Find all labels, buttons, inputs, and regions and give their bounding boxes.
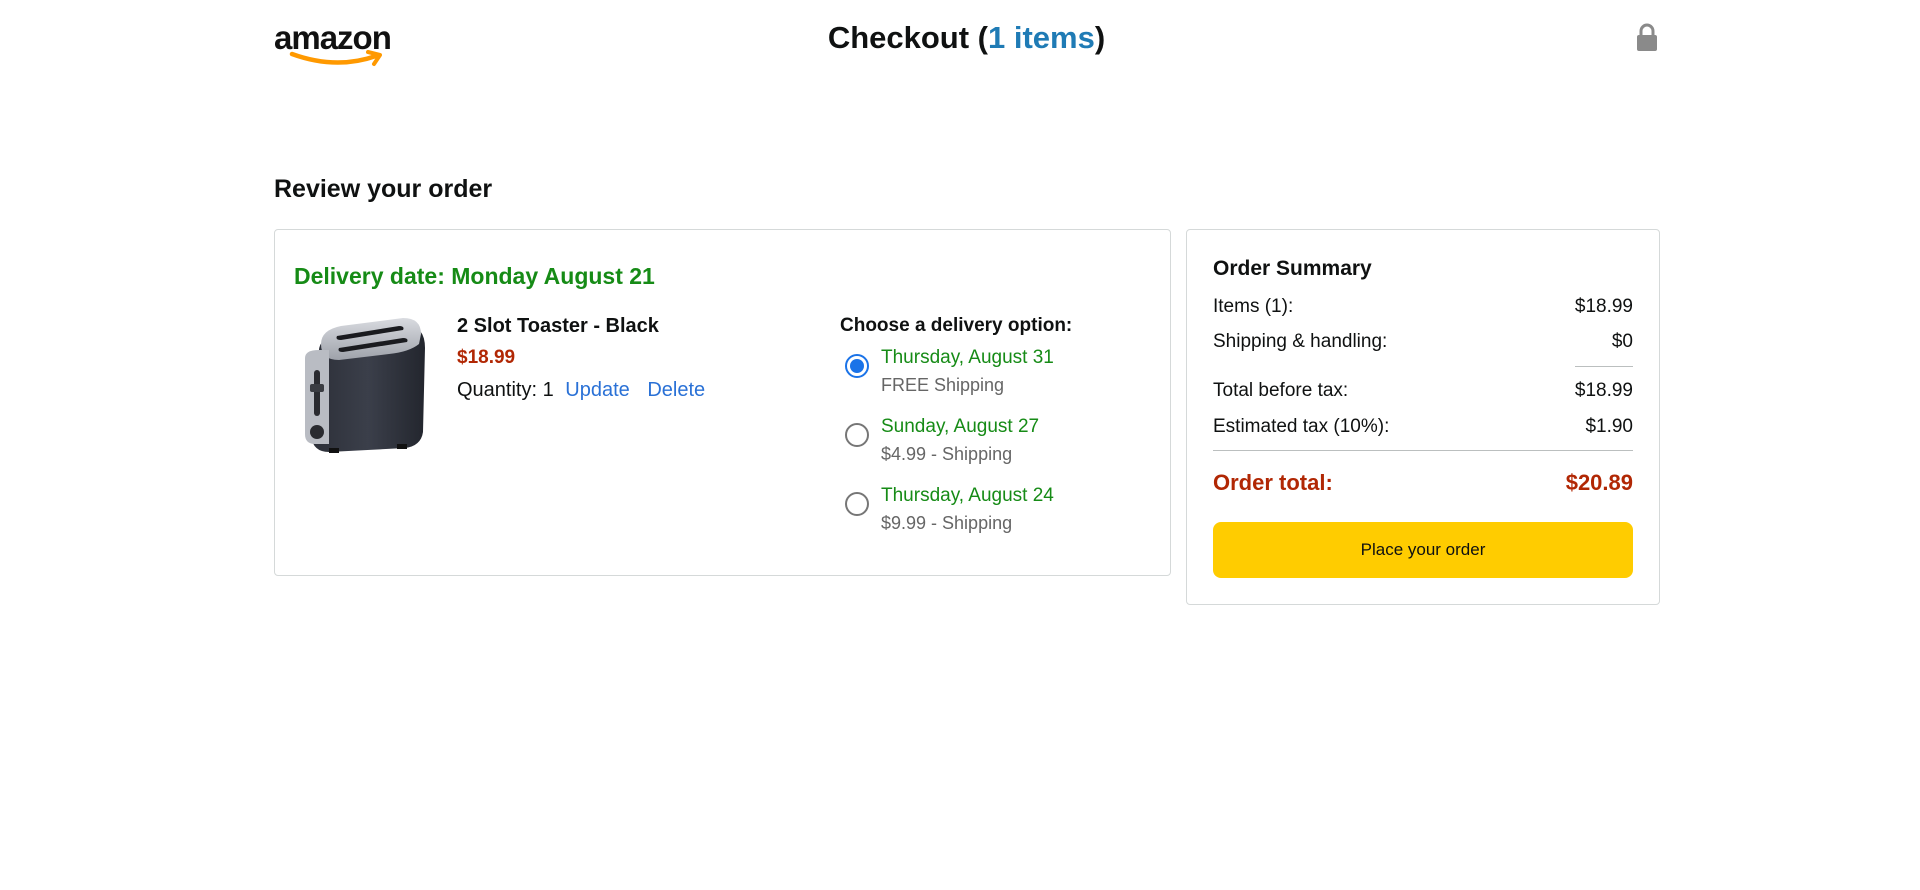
delivery-option-radio[interactable] — [845, 423, 869, 447]
delivery-option[interactable]: Thursday, August 31 FREE Shipping — [840, 346, 1072, 415]
delivery-option-price: $9.99 - Shipping — [881, 513, 1013, 533]
summary-items-row: Items (1): $18.99 — [1213, 295, 1633, 319]
items-count-link[interactable]: 1 items — [988, 20, 1095, 55]
summary-items-value: $18.99 — [1574, 296, 1633, 317]
summary-shipping-label: Shipping & handling: — [1213, 331, 1388, 352]
title-suffix: ) — [1094, 20, 1106, 55]
page-title: Checkout (1 items) — [274, 20, 1659, 56]
quantity-label: Quantity: 1 — [457, 379, 554, 401]
order-summary-title: Order Summary — [1213, 257, 1372, 280]
order-total-label: Order total: — [1213, 470, 1333, 495]
summary-tax-row: Estimated tax (10%): $1.90 — [1213, 415, 1633, 439]
delivery-option-date: Thursday, August 31 — [881, 347, 1054, 368]
summary-tax-value: $1.90 — [1585, 416, 1633, 437]
delivery-option-text: Sunday, August 27 $4.99 - Shipping — [881, 415, 1039, 466]
order-summary-card: Order Summary Items (1): $18.99 Shipping… — [1186, 229, 1660, 605]
delivery-option-radio[interactable] — [845, 492, 869, 516]
summary-before-tax-value: $18.99 — [1574, 380, 1633, 401]
product-info: 2 Slot Toaster - Black $18.99 Quantity: … — [457, 314, 705, 402]
lock-icon — [1637, 23, 1657, 51]
quantity-row: Quantity: 1 Update Delete — [457, 378, 705, 402]
update-link[interactable]: Update — [565, 379, 630, 401]
summary-tax-label: Estimated tax (10%): — [1213, 416, 1390, 437]
delivery-option-date: Thursday, August 24 — [881, 485, 1054, 506]
delivery-option-radio[interactable] — [845, 354, 869, 378]
review-order-heading: Review your order — [274, 175, 493, 203]
place-order-button[interactable]: Place your order — [1213, 522, 1633, 578]
checkout-page: amazon Checkout (1 items) Review your or… — [0, 0, 1920, 890]
delivery-option[interactable]: Thursday, August 24 $9.99 - Shipping — [840, 484, 1072, 553]
summary-before-tax-label: Total before tax: — [1213, 380, 1349, 401]
summary-before-tax-row: Total before tax: $18.99 — [1213, 379, 1633, 403]
order-total-row: Order total: $20.89 — [1213, 469, 1633, 497]
delivery-option-date: Sunday, August 27 — [881, 416, 1040, 437]
product-price: $18.99 — [457, 347, 516, 368]
header: amazon Checkout (1 items) — [274, 0, 1659, 74]
summary-items-label: Items (1): — [1213, 296, 1294, 317]
summary-shipping-row: Shipping & handling: $0 — [1213, 330, 1633, 354]
delivery-options-heading: Choose a delivery option: — [840, 315, 1073, 336]
summary-divider — [1213, 450, 1633, 451]
product-name[interactable]: 2 Slot Toaster - Black — [457, 314, 705, 338]
delete-link[interactable]: Delete — [647, 379, 705, 401]
summary-divider — [1575, 366, 1633, 367]
summary-shipping-value: $0 — [1611, 331, 1633, 352]
delivery-date: Delivery date: Monday August 21 — [294, 263, 655, 289]
delivery-option-text: Thursday, August 31 FREE Shipping — [881, 346, 1054, 397]
delivery-option-price: $4.99 - Shipping — [881, 444, 1013, 464]
delivery-options: Choose a delivery option: Thursday, Augu… — [840, 314, 1072, 553]
delivery-option-price: FREE Shipping — [881, 375, 1005, 395]
order-card: Delivery date: Monday August 21 2 Slot T… — [274, 229, 1171, 576]
order-total-value: $20.89 — [1565, 470, 1633, 495]
title-prefix: Checkout ( — [827, 20, 988, 55]
delivery-option[interactable]: Sunday, August 27 $4.99 - Shipping — [840, 415, 1072, 484]
toaster-image[interactable] — [299, 314, 431, 454]
delivery-option-text: Thursday, August 24 $9.99 - Shipping — [881, 484, 1054, 535]
